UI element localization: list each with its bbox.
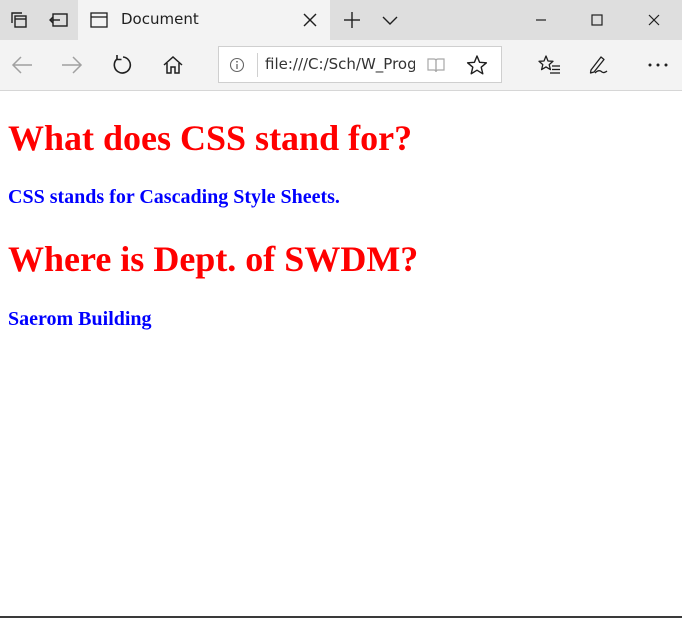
arrow-right-icon (61, 56, 83, 74)
home-icon (162, 55, 184, 75)
question-heading-dept: Where is Dept. of SWDM? (8, 239, 419, 279)
close-window-button[interactable] (630, 0, 678, 40)
plus-icon (343, 11, 361, 29)
favorites-list-icon (537, 54, 561, 76)
url-input[interactable]: file:///C:/Sch/W_Prog (265, 55, 415, 73)
navigation-bar: file:///C:/Sch/W_Prog (0, 40, 682, 91)
tab-title: Document (121, 10, 199, 28)
answer-text-dept: Saerom Building (8, 308, 152, 330)
favorites-button[interactable] (527, 40, 571, 90)
minimize-icon (535, 14, 547, 26)
tab-preview-button[interactable] (372, 0, 408, 40)
more-button[interactable] (636, 40, 680, 90)
answer-text-css: CSS stands for Cascading Style Sheets. (8, 186, 340, 208)
question-heading-css: What does CSS stand for? (8, 118, 413, 158)
ellipsis-icon (647, 62, 669, 68)
document-page-icon (90, 11, 108, 29)
refresh-button[interactable] (100, 40, 144, 90)
tab-document[interactable]: Document (78, 0, 330, 40)
close-tab-icon[interactable] (302, 12, 318, 28)
forward-button[interactable] (50, 40, 94, 90)
refresh-icon (111, 54, 133, 76)
maximize-icon (591, 14, 603, 26)
home-button[interactable] (151, 40, 195, 90)
new-tab-button[interactable] (334, 0, 370, 40)
web-notes-button[interactable] (576, 40, 620, 90)
address-divider (257, 53, 258, 77)
minimize-button[interactable] (518, 0, 564, 40)
tab-actions-button[interactable] (0, 0, 38, 40)
address-bar[interactable]: file:///C:/Sch/W_Prog (218, 46, 502, 83)
star-icon[interactable] (466, 54, 488, 76)
back-button[interactable] (0, 40, 44, 90)
info-icon[interactable] (229, 57, 245, 73)
maximize-button[interactable] (574, 0, 620, 40)
book-icon[interactable] (426, 56, 446, 74)
set-aside-tabs-button[interactable] (40, 0, 78, 40)
title-bar: Document (0, 0, 682, 40)
set-aside-tabs-icon (49, 11, 69, 29)
tab-actions-icon (10, 11, 28, 29)
page-content: What does CSS stand for? CSS stands for … (0, 91, 682, 616)
pen-icon (586, 54, 610, 76)
arrow-left-icon (11, 56, 33, 74)
close-icon (648, 14, 660, 26)
chevron-down-icon (381, 14, 399, 26)
